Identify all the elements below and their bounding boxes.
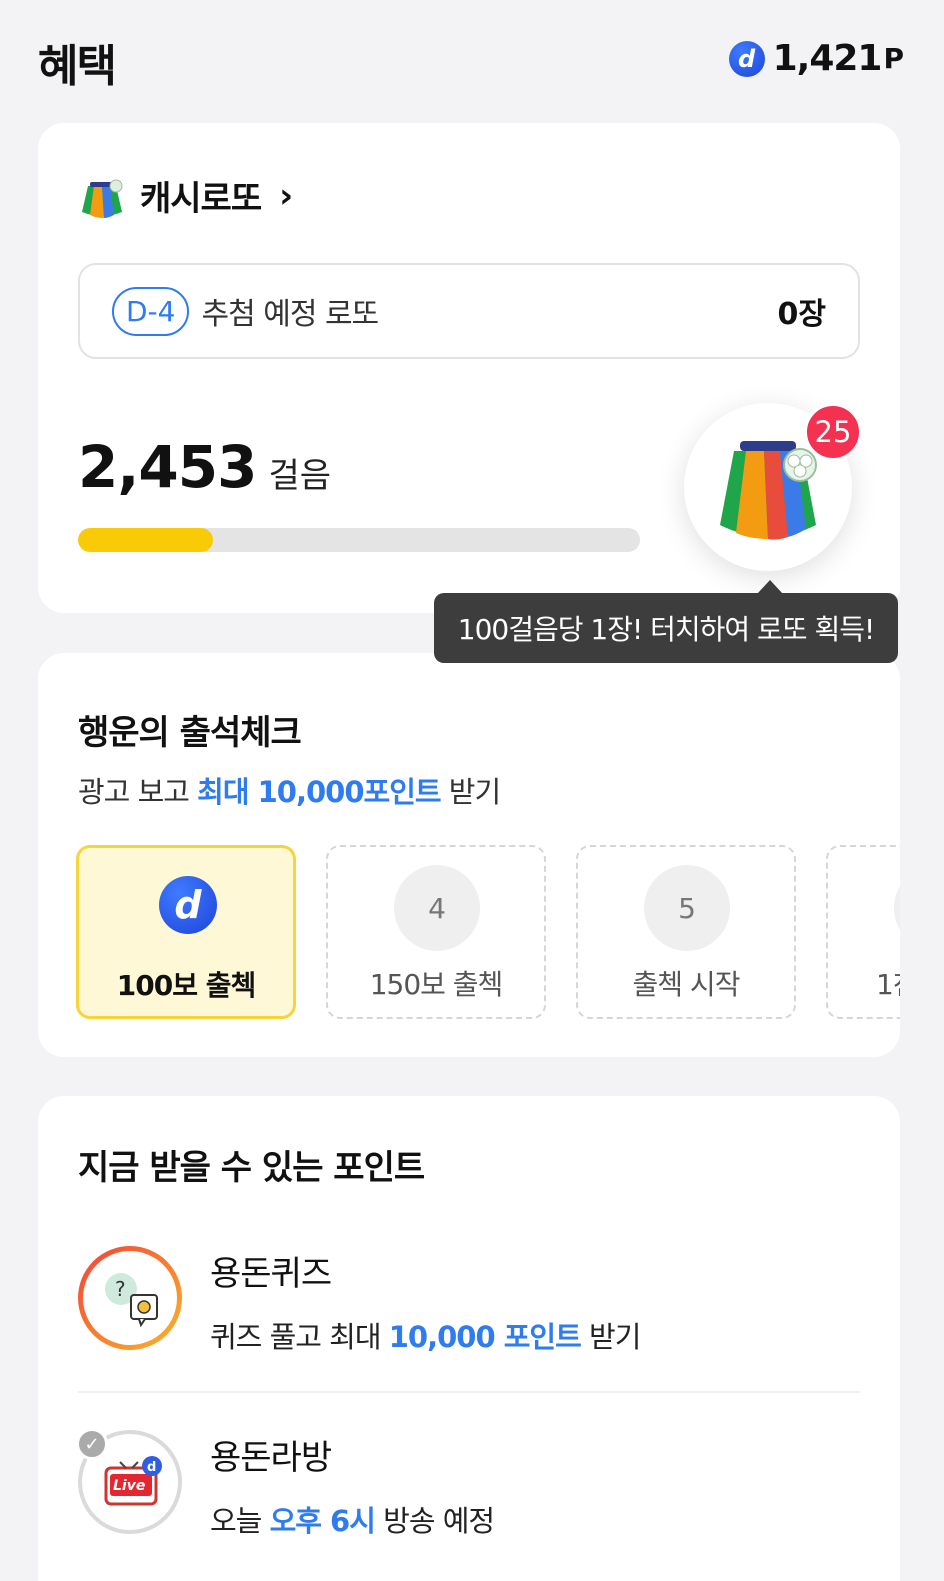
lotto-bag-icon	[78, 172, 126, 220]
desc-prefix: 퀴즈 풀고 최대	[210, 1320, 389, 1354]
cash-lotto-card: 캐시로또 › D-4 추첨 예정 로또 0장 2,453 걸음 25	[38, 123, 900, 613]
divider	[78, 1391, 860, 1393]
list-item-quiz[interactable]: ? 용돈퀴즈 퀴즈 풀고 최대 10,000 포인트 받기	[78, 1246, 860, 1376]
live-title: 용돈라방	[210, 1438, 332, 1478]
steps-unit: 걸음	[268, 456, 332, 496]
check-icon: ✓	[76, 1428, 108, 1460]
steps-value: 2,453	[78, 433, 257, 501]
d-coin-icon: d	[159, 876, 217, 934]
desc-prefix: 오늘	[210, 1504, 270, 1538]
steps-progress-fill	[78, 528, 213, 552]
lotto-tooltip[interactable]: 100걸음당 1장! 터치하여 로또 획득!	[434, 593, 898, 663]
live-description: 오늘 오후 6시 방송 예정	[210, 1498, 495, 1540]
attendance-card: 행운의 출석체크 광고 보고 최대 10,000포인트 받기 d 100보 출첵…	[38, 653, 900, 1057]
attendance-tile-label: 1천	[876, 968, 900, 1001]
attendance-day-number	[894, 865, 900, 951]
desc-highlight: 오후 6시	[269, 1504, 376, 1538]
lotto-title: 캐시로또	[140, 179, 262, 219]
svg-text:?: ?	[115, 1277, 126, 1301]
quiz-title: 용돈퀴즈	[210, 1254, 332, 1294]
lotto-count-badge: 25	[804, 403, 862, 461]
points-unit: P	[883, 42, 904, 75]
header: 혜택 d 1,421 P	[0, 0, 944, 110]
desc-suffix: 방송 예정	[374, 1504, 495, 1538]
attendance-tile-label: 100보 출첵	[116, 969, 256, 1002]
points-balance[interactable]: d 1,421 P	[728, 38, 904, 79]
attendance-tile-label: 출첵 시작	[632, 968, 741, 1001]
svg-text:d: d	[147, 1460, 156, 1475]
chevron-right-icon: ›	[279, 175, 294, 216]
draw-count: 0장	[777, 297, 826, 332]
attendance-day-number: 4	[394, 865, 480, 951]
attendance-tile-3[interactable]: 5 출첵 시작	[576, 845, 796, 1019]
steps-counter: 2,453 걸음	[78, 433, 331, 501]
attendance-tile-label: 150보 출첵	[369, 968, 504, 1001]
subtitle-suffix: 받기	[440, 775, 501, 809]
d-coin-icon: d	[728, 40, 765, 77]
quiz-icon: ?	[78, 1246, 182, 1350]
attendance-tile-1[interactable]: d 100보 출첵	[76, 845, 296, 1019]
draw-label: 추첨 예정 로또	[201, 297, 379, 332]
points-list-title: 지금 받을 수 있는 포인트	[78, 1148, 425, 1188]
subtitle-prefix: 광고 보고	[78, 775, 198, 809]
attendance-tile-2[interactable]: 4 150보 출첵	[326, 845, 546, 1019]
points-list-card: 지금 받을 수 있는 포인트 ? 용돈퀴즈 퀴즈 풀고 최대 10,000 포인…	[38, 1096, 900, 1581]
list-item-live[interactable]: Live d ✓ 용돈라방 오늘 오후 6시 방송 예정	[76, 1428, 860, 1560]
dday-badge: D-4	[112, 286, 190, 336]
points-value: 1,421	[772, 38, 883, 79]
desc-highlight: 10,000 포인트	[388, 1320, 582, 1354]
live-text: Live	[113, 1478, 145, 1494]
attendance-subtitle: 광고 보고 최대 10,000포인트 받기	[78, 769, 501, 811]
draw-info-box: D-4 추첨 예정 로또 0장	[78, 263, 860, 359]
attendance-day-number: 5	[644, 865, 730, 951]
page-title: 혜택	[38, 41, 117, 92]
attendance-row: d 100보 출첵 4 150보 출첵 5 출첵 시작 1천	[76, 845, 900, 1019]
cash-lotto-link[interactable]: 캐시로또 ›	[78, 171, 293, 220]
steps-progress-bar	[78, 528, 640, 552]
tooltip-arrow	[757, 580, 783, 594]
subtitle-highlight: 최대 10,000포인트	[197, 775, 441, 809]
quiz-description: 퀴즈 풀고 최대 10,000 포인트 받기	[210, 1314, 641, 1356]
desc-suffix: 받기	[580, 1320, 641, 1354]
attendance-title: 행운의 출석체크	[78, 713, 302, 753]
attendance-tile-4[interactable]: 1천	[826, 845, 900, 1019]
